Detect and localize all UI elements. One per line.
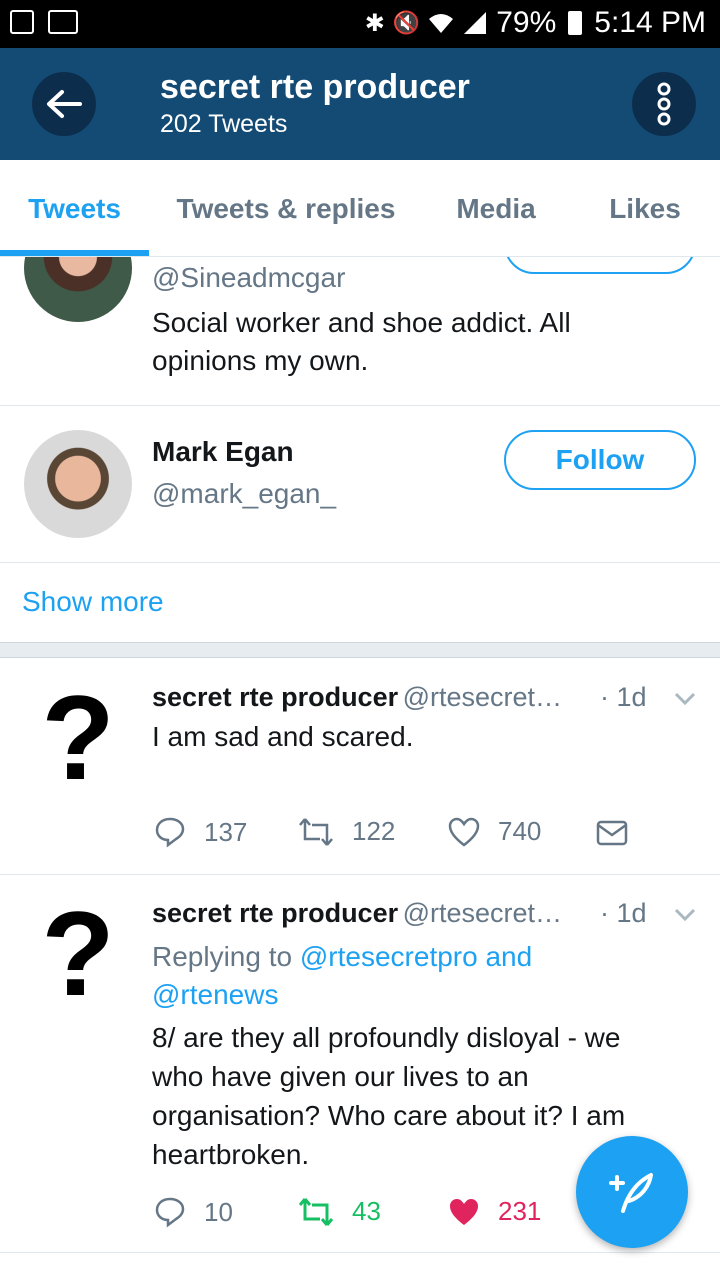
reply-context: Replying to @rtesecretpro and @rtenews — [152, 938, 672, 1014]
battery-icon — [568, 11, 583, 35]
profile-tabs: Tweets Tweets & replies Media Likes — [0, 160, 720, 256]
retweet-action[interactable]: 122 — [298, 816, 395, 847]
profile-title: secret rte producer — [160, 68, 470, 106]
gallery-notification-icon — [10, 10, 34, 34]
chevron-down-icon[interactable] — [674, 908, 696, 922]
wifi-icon — [429, 14, 454, 33]
signal-icon — [464, 12, 487, 34]
chevron-down-icon[interactable] — [674, 692, 696, 706]
reply-action[interactable]: 137 — [154, 816, 247, 848]
reply-action[interactable]: 10 — [154, 1196, 233, 1228]
reply-icon — [155, 1197, 185, 1228]
tab-likes[interactable]: Likes — [580, 160, 710, 256]
status-bar: ✱ 🔇 79% 5:14 PM — [0, 0, 720, 48]
question-mark-icon: ? — [41, 684, 115, 792]
battery-percent: 79% — [496, 6, 557, 39]
follow-button[interactable]: Follow — [504, 430, 696, 490]
divider — [0, 562, 720, 563]
question-mark-icon: ? — [41, 900, 115, 1008]
email-notification-icon — [48, 10, 78, 34]
tweet-handle: @rtesecret… — [402, 898, 563, 928]
tweet-author[interactable]: secret rte producer — [152, 682, 398, 712]
show-more-link[interactable]: Show more — [22, 586, 164, 618]
tab-tweets-and-replies[interactable]: Tweets & replies — [152, 160, 420, 256]
retweet-action[interactable]: 43 — [298, 1196, 381, 1227]
retweet-icon — [299, 817, 333, 846]
section-separator — [0, 642, 720, 658]
tab-media[interactable]: Media — [430, 160, 562, 256]
overflow-menu-button[interactable] — [632, 72, 696, 136]
like-action[interactable]: 231 — [448, 1196, 541, 1227]
tweet-header: secret rte producer @rtesecret… — [152, 682, 602, 713]
system-status: ✱ 🔇 79% 5:14 PM — [365, 6, 706, 40]
divider — [0, 1252, 720, 1253]
reply-icon — [155, 817, 185, 848]
arrow-left-icon — [47, 90, 82, 118]
like-count: 740 — [498, 816, 542, 846]
more-vertical-icon — [657, 82, 671, 126]
tweet-author[interactable]: secret rte producer — [152, 898, 398, 928]
like-count: 231 — [498, 1196, 542, 1226]
profile-header: secret rte producer 202 Tweets — [0, 48, 720, 160]
avatar[interactable]: ? — [24, 684, 132, 792]
reply-count: 10 — [204, 1196, 233, 1227]
tweet-timestamp: · 1d — [600, 898, 647, 928]
notification-icons — [10, 10, 78, 34]
tab-tweets[interactable]: Tweets — [0, 160, 149, 256]
reply-target-link[interactable]: @rtenews — [152, 979, 278, 1010]
user-handle: @Sineadmcgar — [152, 262, 346, 293]
compose-tweet-button[interactable] — [576, 1136, 688, 1248]
reply-target-link[interactable]: @rtesecretpro — [300, 941, 478, 972]
heart-icon — [448, 817, 480, 847]
heart-icon — [450, 1198, 478, 1225]
compose-feather-icon — [609, 1173, 653, 1213]
tweet-count: 202 Tweets — [160, 110, 288, 138]
tweet-timestamp: · 1d — [600, 682, 647, 712]
divider — [0, 874, 720, 875]
replying-to-label: Replying to — [152, 941, 300, 972]
back-button[interactable] — [32, 72, 96, 136]
tweet-header: secret rte producer @rtesecret… — [152, 898, 602, 929]
user-bio: Social worker and shoe addict. All opini… — [152, 307, 571, 376]
retweet-count: 122 — [352, 816, 396, 846]
bluetooth-icon: ✱ — [364, 9, 385, 37]
user-handle: @mark_egan_ — [152, 478, 337, 509]
active-tab-indicator — [0, 250, 149, 256]
avatar[interactable] — [24, 430, 132, 538]
user-name[interactable]: Mark Egan — [152, 436, 294, 468]
direct-message-icon[interactable] — [596, 820, 628, 846]
reply-count: 137 — [204, 816, 248, 847]
reply-and-text: and — [477, 941, 533, 972]
divider — [0, 405, 720, 406]
clock: 5:14 PM — [594, 6, 706, 39]
tweet-handle: @rtesecret… — [402, 682, 563, 712]
like-action[interactable]: 740 — [448, 816, 541, 847]
tweet-text: I am sad and scared. — [152, 721, 414, 752]
retweet-icon — [298, 1197, 334, 1226]
retweet-count: 43 — [352, 1196, 381, 1226]
tweet[interactable]: ? secret rte producer @rtesecret… · 1d I… — [0, 658, 720, 874]
mute-icon: 🔇 — [392, 10, 421, 35]
avatar[interactable]: ? — [24, 900, 132, 1008]
